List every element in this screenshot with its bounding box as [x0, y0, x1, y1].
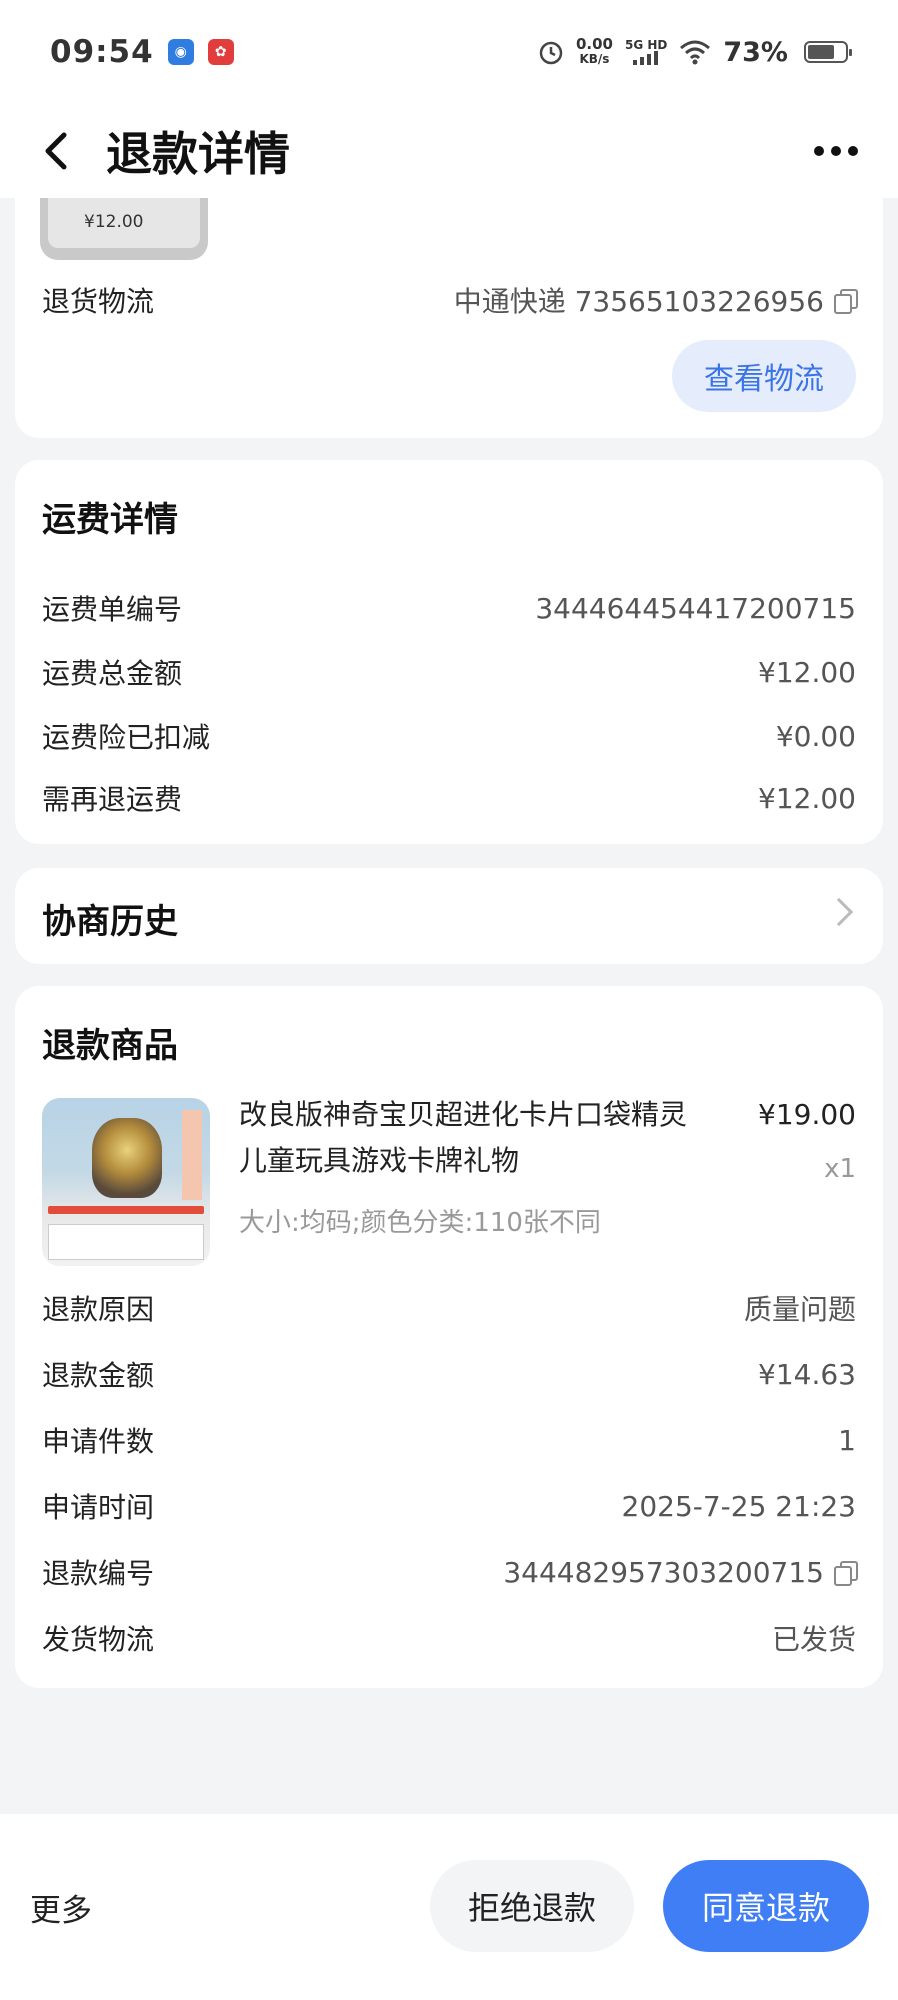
- product-quantity: x1: [824, 1154, 856, 1184]
- fee-row-value: ¥12.00: [758, 655, 856, 689]
- refund-goods-title: 退款商品: [42, 1026, 178, 1066]
- return-logistics-label: 退货物流: [42, 285, 155, 318]
- refund-info-row: 申请件数 1: [42, 1420, 856, 1460]
- refund-info-value: ¥14.63: [758, 1357, 856, 1391]
- product-image[interactable]: [42, 1098, 210, 1266]
- back-arrow-icon[interactable]: [40, 131, 80, 171]
- fee-row-value: 344464454417200715: [535, 591, 856, 625]
- more-options-icon[interactable]: [814, 146, 858, 156]
- refund-goods-card: 退款商品 改良版神奇宝贝超进化卡片口袋精灵儿童玩具游戏卡牌礼物 ¥19.00 x…: [15, 986, 883, 1688]
- product-title[interactable]: 改良版神奇宝贝超进化卡片口袋精灵儿童玩具游戏卡牌礼物: [239, 1092, 699, 1184]
- refund-info-label: 申请件数: [42, 1425, 155, 1458]
- refund-info-label: 退款编号: [42, 1557, 155, 1590]
- status-bar: 09:54 ◉ ✿ 0.00 KB/s 5G HD 73%: [0, 0, 898, 104]
- fee-row: 需再退运费 ¥12.00: [42, 778, 856, 818]
- nav-bar: 退款详情: [0, 104, 898, 198]
- chevron-right-icon: [824, 897, 854, 927]
- copy-icon[interactable]: [834, 1561, 858, 1586]
- fee-row: 运费总金额 ¥12.00: [42, 652, 856, 692]
- refund-info-row: 退款原因 质量问题: [42, 1288, 856, 1328]
- reject-refund-button[interactable]: 拒绝退款: [430, 1860, 634, 1952]
- return-logistics-value: 中通快递 73565103226956: [453, 285, 824, 318]
- refund-info-value: 1: [838, 1423, 856, 1457]
- refund-info-row: 发货物流 已发货: [42, 1618, 856, 1658]
- status-indicators: 0.00 KB/s 5G HD 73%: [538, 36, 852, 68]
- alarm-icon: [539, 41, 563, 65]
- refund-info-label: 发货物流: [42, 1623, 155, 1656]
- network-type: 5G HD: [624, 38, 668, 52]
- refund-info-row: 申请时间 2025-7-25 21:23: [42, 1486, 856, 1526]
- refund-info-value: 质量问题: [743, 1293, 856, 1326]
- network-speed-unit: KB/s: [579, 52, 610, 66]
- return-shipping-card: ▬▬▬ ¥12.00 退货物流 中通快递 73565103226956 查看物流: [15, 160, 883, 438]
- fee-row-value: ¥0.00: [775, 719, 856, 753]
- page-title: 退款详情: [106, 127, 290, 181]
- refund-info-label: 申请时间: [42, 1491, 155, 1524]
- fee-row-label: 运费单编号: [42, 593, 183, 626]
- signal-icon: [633, 51, 659, 65]
- fee-row-label: 需再退运费: [42, 783, 183, 816]
- more-button[interactable]: 更多: [30, 1885, 92, 1930]
- battery-percent: 73%: [723, 36, 788, 68]
- fee-row-value: ¥12.00: [758, 781, 856, 815]
- battery-icon: [804, 41, 852, 63]
- wifi-icon: [680, 40, 711, 65]
- product-sku: 大小:均码;颜色分类:110张不同: [239, 1208, 601, 1238]
- view-logistics-button[interactable]: 查看物流: [672, 340, 856, 412]
- app-notification-icon: ◉: [167, 39, 194, 65]
- fee-row-label: 运费险已扣减: [42, 721, 211, 754]
- refund-info-value: 2025-7-25 21:23: [621, 1489, 857, 1523]
- thumbnail-price: ¥12.00: [84, 212, 144, 232]
- return-logistics-row: 退货物流 中通快递 73565103226956: [42, 280, 858, 320]
- negotiation-history-title: 协商历史: [42, 902, 178, 942]
- bottom-action-bar: 更多 拒绝退款 同意退款: [0, 1814, 898, 2000]
- fee-row: 运费险已扣减 ¥0.00: [42, 716, 856, 756]
- fee-row-label: 运费总金额: [42, 657, 183, 690]
- network-speed: 0.00 KB/s: [576, 37, 613, 67]
- cellular-signal: 5G HD: [625, 39, 667, 65]
- app-notification-icon-2: ✿: [207, 39, 234, 65]
- agree-refund-button[interactable]: 同意退款: [663, 1860, 869, 1952]
- status-time: 09:54: [50, 34, 154, 70]
- copy-icon[interactable]: [834, 289, 858, 314]
- shipping-fee-title: 运费详情: [42, 500, 178, 540]
- refund-number-value: 344482957303200715: [503, 1555, 824, 1589]
- product-price: ¥19.00: [758, 1098, 856, 1131]
- shipping-fee-card: 运费详情 运费单编号 344464454417200715 运费总金额 ¥12.…: [15, 460, 883, 844]
- refund-info-value: 已发货: [771, 1623, 856, 1656]
- negotiation-history-card[interactable]: 协商历史: [15, 868, 883, 964]
- refund-info-label: 退款原因: [42, 1293, 155, 1326]
- refund-info-label: 退款金额: [42, 1359, 155, 1392]
- fee-row: 运费单编号 344464454417200715: [42, 588, 856, 628]
- network-speed-value: 0.00: [575, 35, 613, 53]
- refund-info-row: 退款金额 ¥14.63: [42, 1354, 856, 1394]
- refund-info-row: 退款编号 344482957303200715: [42, 1552, 858, 1592]
